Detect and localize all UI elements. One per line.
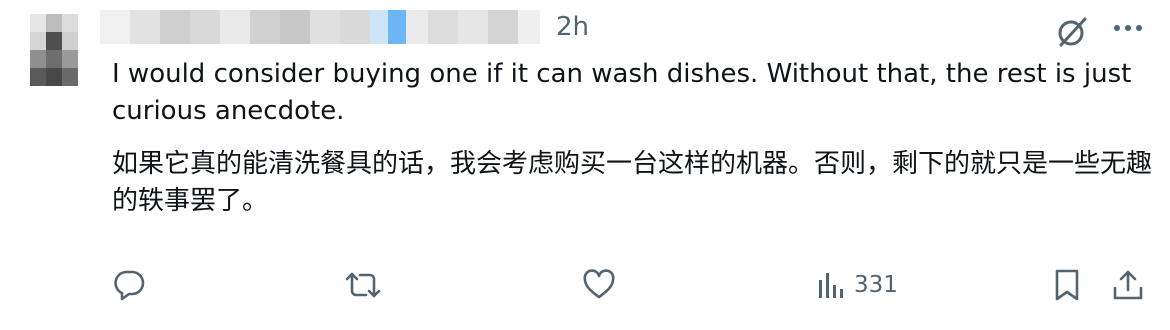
more-icon[interactable] (1112, 20, 1144, 36)
action-bar: 331 (0, 255, 1170, 315)
share-button[interactable] (1111, 265, 1145, 305)
views-count: 331 (854, 272, 898, 298)
bookmark-icon (1052, 268, 1082, 302)
like-button[interactable] (582, 265, 616, 305)
post-text-chinese: 如果它真的能清洗餐具的话，我会考虑购买一台这样的机器。否则，剩下的就只是一些无趣… (112, 149, 1153, 216)
avatar[interactable] (30, 14, 78, 86)
retweet-icon (343, 268, 383, 302)
like-icon (582, 269, 616, 301)
views-icon (816, 270, 846, 300)
retweet-button[interactable] (343, 265, 383, 305)
grok-icon[interactable] (1054, 14, 1090, 50)
tweet: 2h I would consider buying one if it can… (0, 0, 1170, 330)
post-text-english: I would consider buying one if it can wa… (112, 59, 1132, 126)
bookmark-button[interactable] (1052, 265, 1082, 305)
share-icon (1111, 268, 1145, 302)
views-button[interactable]: 331 (816, 265, 898, 305)
reply-icon (112, 268, 146, 302)
author-name-blurred[interactable] (100, 10, 540, 44)
post-timestamp[interactable]: 2h (556, 10, 589, 44)
reply-button[interactable] (112, 265, 146, 305)
